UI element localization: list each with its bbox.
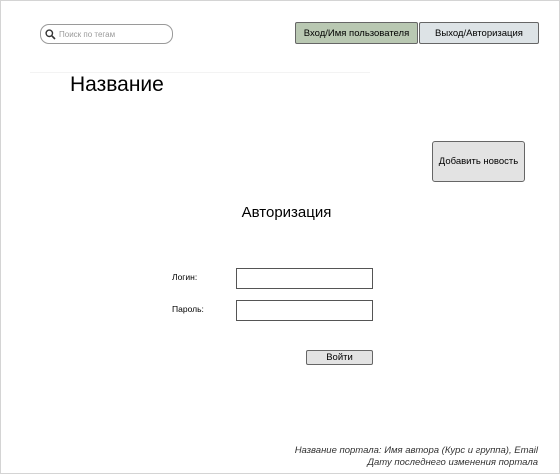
login-username-button[interactable]: Вход/Имя пользователя (295, 22, 418, 44)
search-icon (43, 27, 57, 41)
login-label: Логин: (172, 272, 198, 282)
footer-line-updated: Дату последнего изменения портала (367, 457, 538, 468)
login-field[interactable] (236, 268, 373, 289)
page-title: Название (70, 73, 164, 96)
logout-auth-button[interactable]: Выход/Авторизация (419, 22, 539, 44)
password-label: Пароль: (172, 304, 204, 314)
submit-login-button[interactable]: Войти (306, 350, 373, 365)
tag-search-input[interactable] (57, 27, 169, 41)
auth-heading: Авторизация (241, 204, 332, 221)
password-field[interactable] (236, 300, 373, 321)
footer-line-author: Название портала: Имя автора (Курс и гру… (294, 445, 538, 456)
tag-search-box[interactable] (40, 24, 173, 44)
footer: Название портала: Имя автора (Курс и гру… (295, 445, 538, 469)
add-news-button[interactable]: Добавить новость (432, 141, 525, 182)
